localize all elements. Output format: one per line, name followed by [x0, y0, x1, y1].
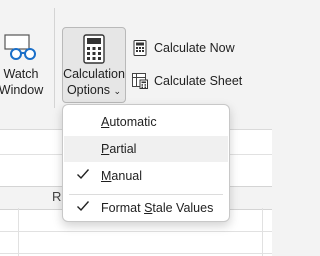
watch-window-button[interactable]: Watch Window — [0, 28, 52, 102]
watch-window-label: Watch Window — [0, 67, 44, 97]
calculate-sheet-icon — [132, 73, 148, 89]
chevron-down-icon: ⌄ — [113, 86, 122, 96]
gridline — [0, 253, 272, 254]
checkmark-icon — [77, 201, 90, 212]
calculate-sheet-label: Calculate Sheet — [154, 74, 243, 88]
calculation-options-label: Calculation Options ⌄ — [63, 67, 125, 97]
calculate-sheet-button[interactable]: Calculate Sheet — [132, 70, 242, 92]
calculate-now-label: Calculate Now — [154, 41, 235, 55]
menu-item-manual[interactable]: Manual — [64, 163, 228, 189]
calculator-icon — [83, 34, 105, 64]
checkmark-icon — [77, 169, 90, 180]
menu-item-partial[interactable]: Partial — [64, 136, 228, 162]
menu-item-format-stale-values[interactable]: Format Stale Values — [64, 195, 228, 221]
calculator-small-icon — [133, 40, 147, 56]
column-header[interactable]: R — [52, 189, 61, 204]
gridline — [0, 231, 272, 232]
calculate-now-button[interactable]: Calculate Now — [132, 37, 235, 59]
calculation-options-button[interactable]: Calculation Options ⌄ — [62, 27, 126, 103]
group-separator — [54, 8, 55, 108]
glasses-icon — [4, 34, 36, 60]
calculation-options-menu: Automatic Partial Manual Format Stale Va… — [62, 104, 230, 222]
gridline — [18, 208, 19, 256]
menu-item-automatic[interactable]: Automatic — [64, 109, 228, 135]
gridline — [262, 208, 263, 256]
